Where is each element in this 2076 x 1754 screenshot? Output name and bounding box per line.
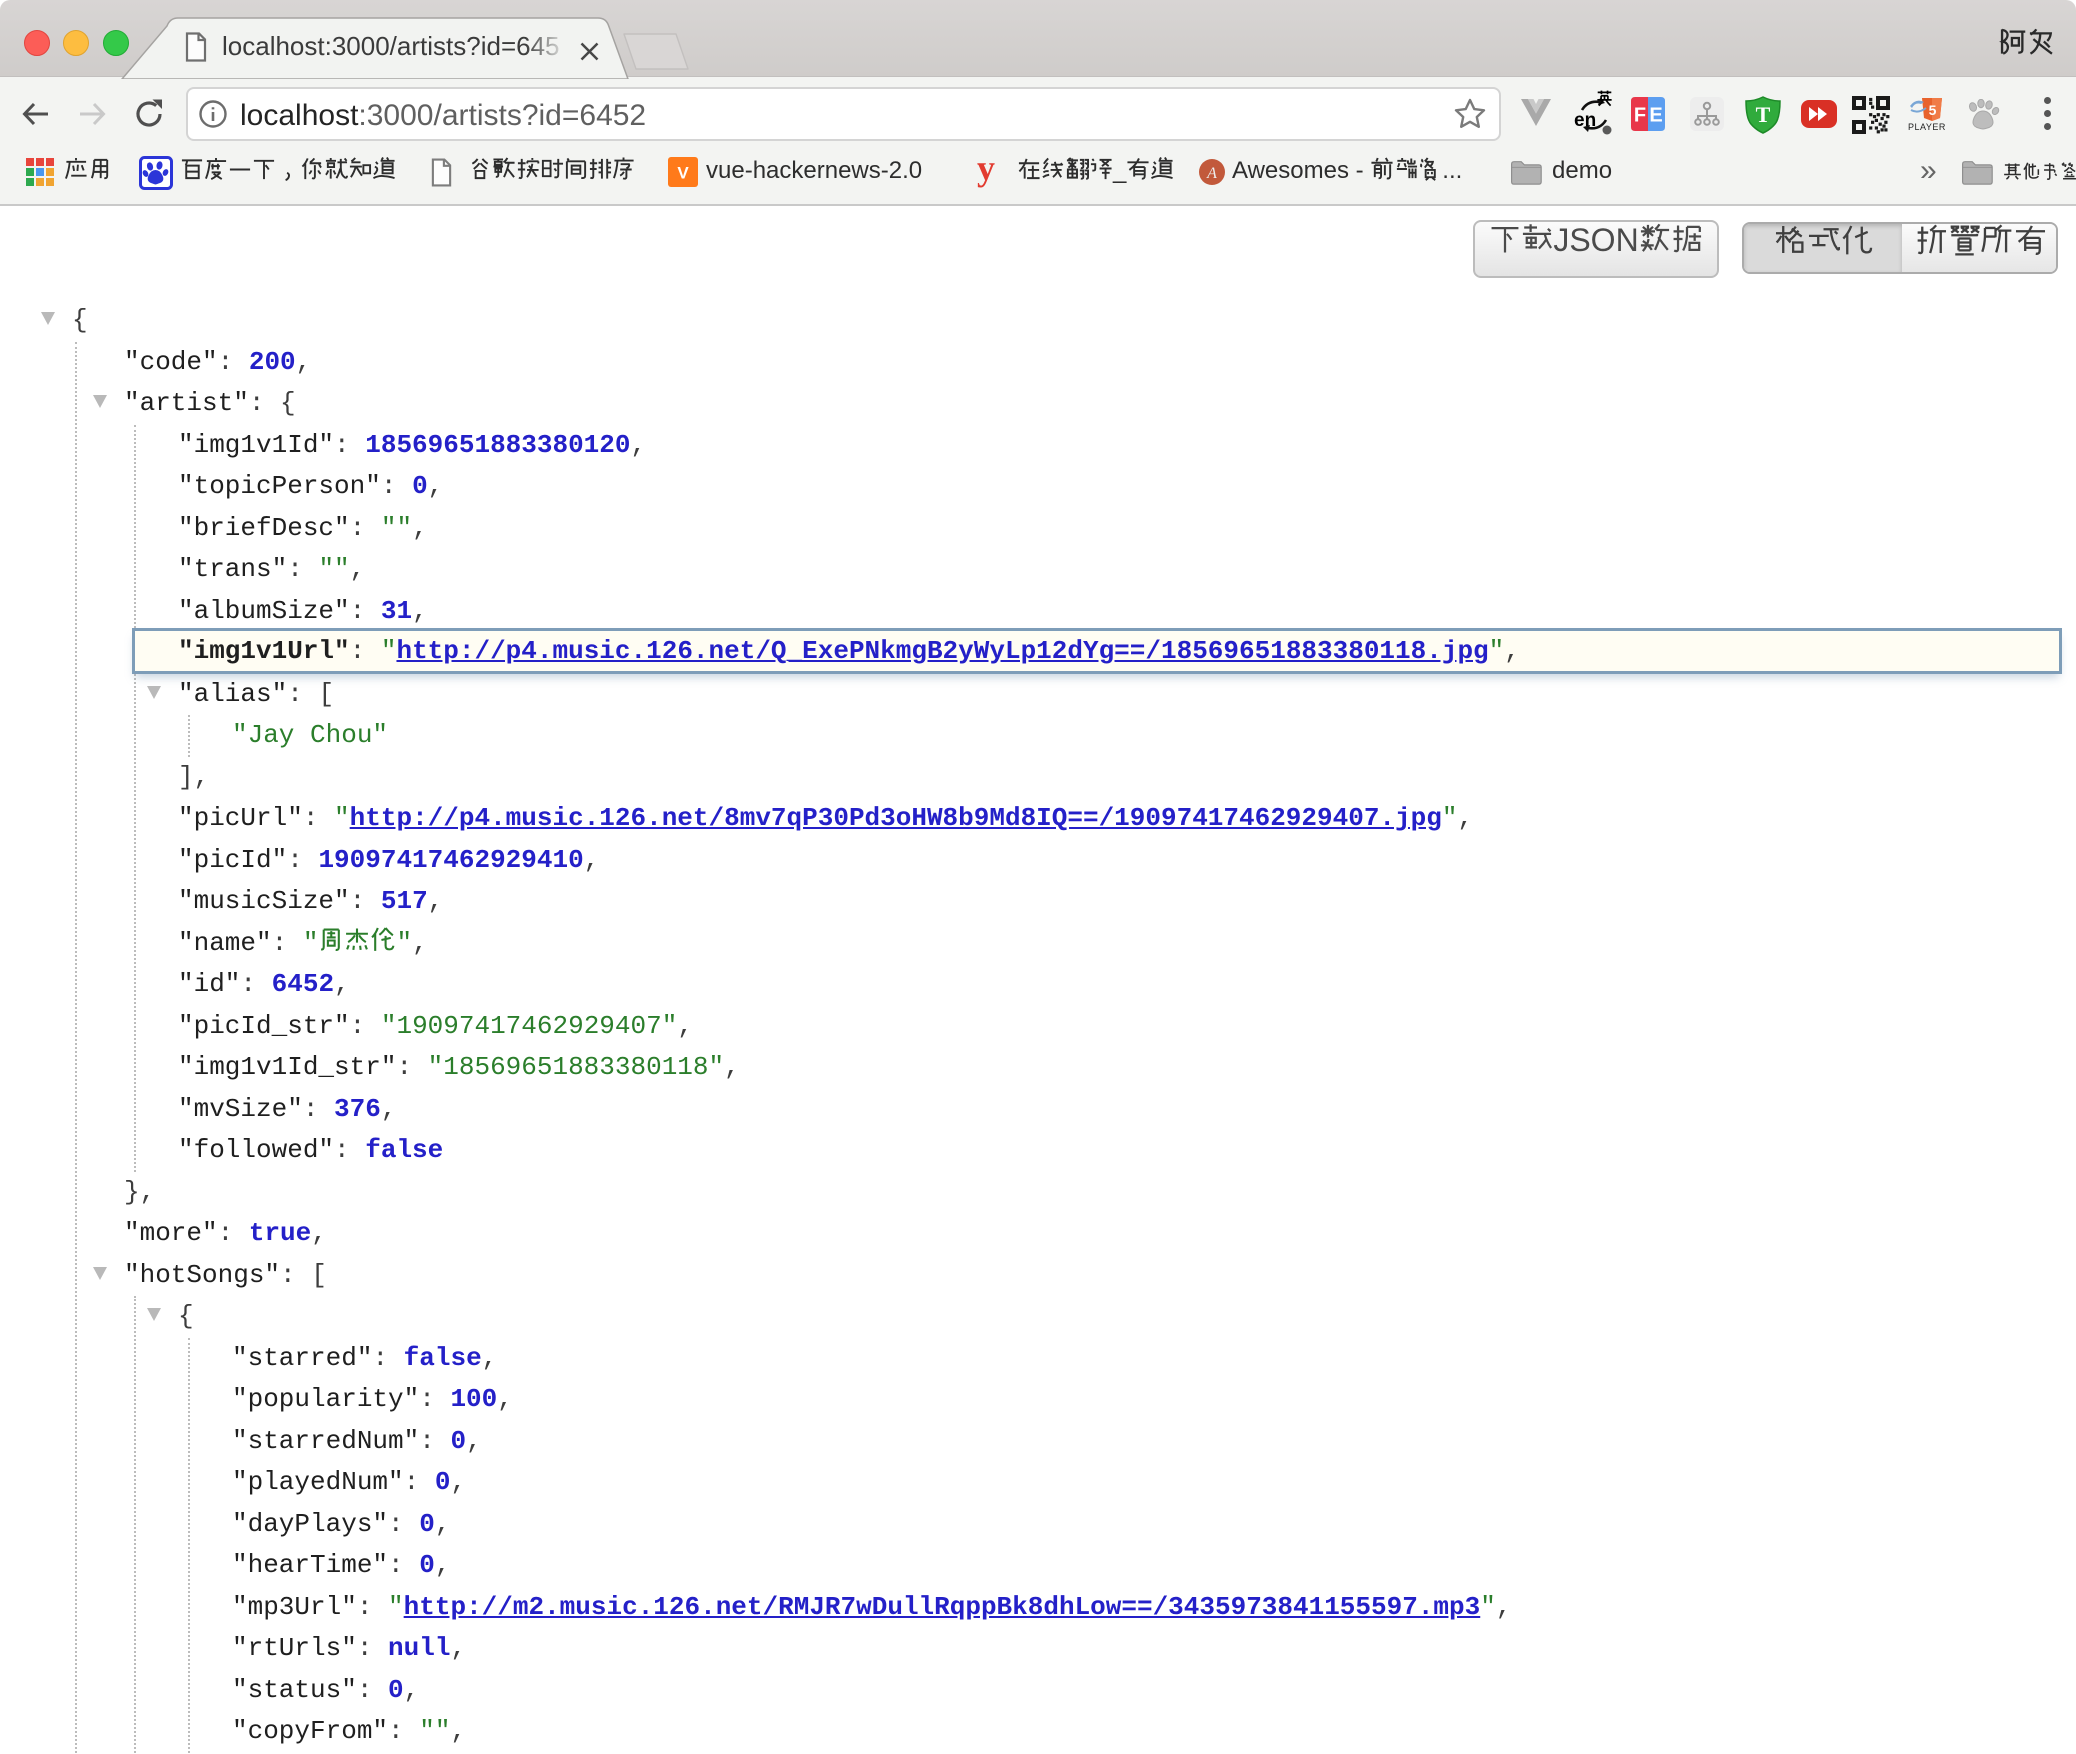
svg-text:E: E — [1649, 105, 1662, 127]
svg-text:5: 5 — [1929, 102, 1937, 118]
svg-text:F: F — [1634, 105, 1646, 127]
svg-text:A: A — [1206, 165, 1217, 182]
svg-text:T: T — [1756, 102, 1771, 127]
svg-text:V: V — [677, 164, 689, 183]
